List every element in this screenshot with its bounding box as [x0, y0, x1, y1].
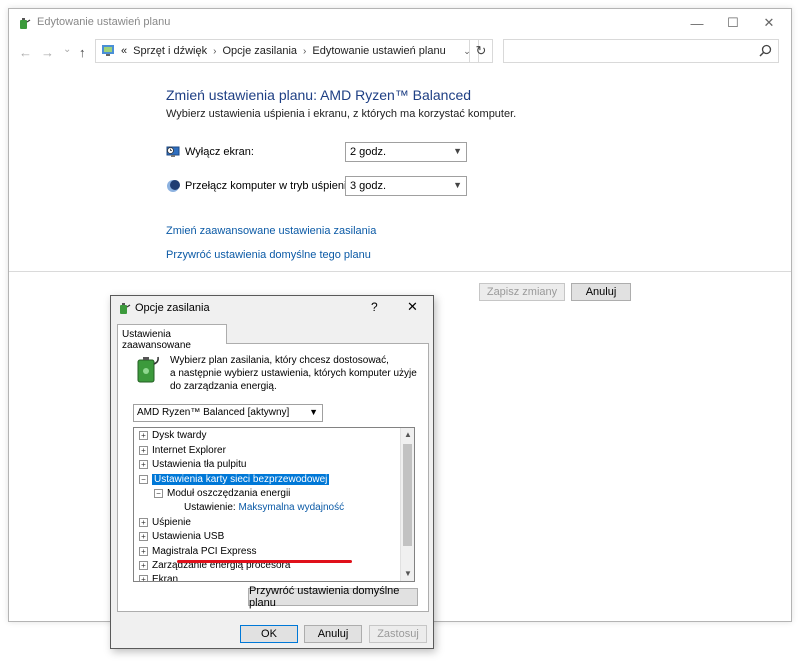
sleep-label: Przełącz komputer w tryb uśpienia:: [185, 180, 356, 192]
description-line: do zarządzania energią.: [170, 381, 277, 392]
tree-item-label: Dysk twardy: [152, 430, 207, 441]
window-title: Edytowanie ustawień planu: [37, 16, 171, 28]
apply-button[interactable]: Zastosuj: [369, 625, 427, 643]
control-panel-icon: [101, 43, 115, 60]
annotation-underline: [177, 560, 352, 563]
help-icon[interactable]: ?: [371, 300, 378, 314]
page-title: Zmień ustawienia planu: AMD Ryzen™ Balan…: [166, 87, 472, 103]
breadcrumb-overflow[interactable]: «: [121, 45, 127, 57]
tree-item-sleep[interactable]: + Uśpienie: [139, 516, 191, 530]
tree-item-label: Ustawienia USB: [152, 531, 225, 542]
plan-select-value: AMD Ryzen™ Balanced [aktywny]: [137, 407, 290, 418]
tree-item-label: Ustawienia tła pulpitu: [152, 459, 247, 470]
advanced-settings-link[interactable]: Zmień zaawansowane ustawienia zasilania: [166, 225, 376, 237]
sleep-select[interactable]: 3 godz. ▼: [345, 176, 467, 196]
display-off-select[interactable]: 2 godz. ▼: [345, 142, 467, 162]
dialog-title: Opcje zasilania: [135, 302, 210, 314]
navigation-bar: ← → ⌄ ↑ « Sprzęt i dźwięk › Opcje zasila…: [9, 37, 791, 67]
power-options-dialog: Opcje zasilania ? ✕ Ustawienia zaawansow…: [110, 295, 434, 649]
tree-scrollbar[interactable]: ▲ ▼: [400, 428, 414, 581]
battery-plug-icon: [134, 354, 160, 387]
breadcrumb-separator[interactable]: ›: [303, 46, 306, 57]
moon-icon: [166, 179, 180, 196]
tree-item-label: Magistrala PCI Express: [152, 546, 257, 557]
power-options-icon: [117, 301, 131, 318]
page-subtitle: Wybierz ustawienia uśpienia i ekranu, z …: [166, 108, 517, 120]
breadcrumb-hardware-sound[interactable]: Sprzęt i dźwięk: [133, 45, 207, 57]
back-button[interactable]: ←: [19, 45, 32, 60]
divider: [9, 271, 791, 272]
title-bar: Edytowanie ustawień planu — ☐ ✕: [9, 9, 791, 37]
search-input[interactable]: [503, 39, 779, 63]
maximize-button[interactable]: ☐: [715, 9, 751, 37]
forward-button[interactable]: →: [41, 45, 54, 60]
tree-item-pci-express[interactable]: + Magistrala PCI Express: [139, 545, 256, 559]
chevron-down-icon: ▼: [453, 180, 462, 190]
tree-item-label: Internet Explorer: [152, 445, 226, 456]
expand-icon[interactable]: +: [139, 560, 148, 570]
expand-icon[interactable]: +: [139, 459, 148, 469]
setting-label: Ustawienie:: [184, 502, 236, 513]
tree-item-wireless-adapter[interactable]: − Ustawienia karty sieci bezprzewodowej: [139, 473, 330, 487]
recent-locations-button[interactable]: ⌄: [63, 44, 71, 55]
expand-icon[interactable]: +: [139, 574, 148, 581]
chevron-down-icon: ▼: [309, 407, 318, 417]
tree-item-hard-disk[interactable]: + Dysk twardy: [139, 429, 206, 443]
collapse-icon[interactable]: −: [139, 474, 148, 484]
ok-button[interactable]: OK: [240, 625, 298, 643]
cancel-button[interactable]: Anuluj: [571, 283, 631, 301]
setting-value-link[interactable]: Maksymalna wydajność: [238, 502, 344, 513]
scroll-down-button[interactable]: ▼: [401, 567, 414, 581]
up-button[interactable]: ↑: [79, 45, 86, 60]
tree-item-setting[interactable]: Ustawienie: Maksymalna wydajność: [184, 501, 344, 515]
expand-icon[interactable]: +: [139, 546, 148, 556]
tree-item-label: Ustawienia karty sieci bezprzewodowej: [152, 474, 330, 485]
tree-item-usb[interactable]: + Ustawienia USB: [139, 530, 224, 544]
collapse-icon[interactable]: −: [154, 488, 163, 498]
breadcrumb-separator[interactable]: ›: [213, 46, 216, 57]
tree-item-label: Uśpienie: [152, 517, 191, 528]
settings-tree[interactable]: + Dysk twardy + Internet Explorer + Ustawie…: [133, 427, 415, 582]
expand-icon[interactable]: +: [139, 517, 148, 527]
restore-plan-defaults-button[interactable]: Przywróć ustawienia domyślne planu: [248, 585, 418, 609]
save-changes-button[interactable]: Zapisz zmiany: [479, 283, 565, 301]
chevron-down-icon: ▼: [453, 146, 462, 156]
display-off-label: Wyłącz ekran:: [185, 146, 254, 158]
expand-icon[interactable]: +: [139, 430, 148, 440]
minimize-button[interactable]: —: [679, 9, 715, 37]
breadcrumb-edit-plan[interactable]: Edytowanie ustawień planu: [312, 45, 445, 57]
search-icon[interactable]: [759, 44, 772, 60]
sleep-value: 3 godz.: [350, 180, 387, 192]
refresh-button[interactable]: ↻: [469, 39, 493, 63]
tree-item-desktop-background[interactable]: + Ustawienia tła pulpitu: [139, 458, 247, 472]
tree-item-power-saving-mode[interactable]: − Moduł oszczędzania energii: [154, 487, 290, 501]
tree-item-internet-explorer[interactable]: + Internet Explorer: [139, 444, 226, 458]
monitor-clock-icon: [166, 145, 180, 162]
expand-icon[interactable]: +: [139, 531, 148, 541]
scroll-up-button[interactable]: ▲: [401, 428, 414, 442]
tab-panel: Wybierz plan zasilania, który chcesz dos…: [117, 343, 429, 612]
display-off-value: 2 godz.: [350, 146, 387, 158]
scroll-thumb[interactable]: [403, 444, 412, 546]
panel-description: Wybierz plan zasilania, który chcesz dos…: [170, 354, 420, 393]
expand-icon[interactable]: +: [139, 445, 148, 455]
tree-item-display[interactable]: + Ekran: [139, 573, 179, 582]
restore-defaults-link[interactable]: Przywróć ustawienia domyślne tego planu: [166, 249, 371, 261]
breadcrumb-power-options[interactable]: Opcje zasilania: [222, 45, 297, 57]
plan-select[interactable]: AMD Ryzen™ Balanced [aktywny] ▼: [133, 404, 323, 422]
description-line: Wybierz plan zasilania, który chcesz dos…: [170, 355, 389, 366]
dialog-close-icon[interactable]: ✕: [407, 299, 418, 315]
tree-item-label: Ekran: [152, 574, 179, 582]
address-bar[interactable]: « Sprzęt i dźwięk › Opcje zasilania › Ed…: [95, 39, 479, 63]
tree-item-label: Moduł oszczędzania energii: [167, 488, 291, 499]
power-options-icon: [17, 16, 31, 33]
description-line: a następnie wybierz ustawienia, których …: [170, 368, 417, 379]
dialog-cancel-button[interactable]: Anuluj: [304, 625, 362, 643]
tab-advanced-settings[interactable]: Ustawienia zaawansowane: [117, 324, 227, 351]
close-button[interactable]: ✕: [751, 9, 787, 37]
